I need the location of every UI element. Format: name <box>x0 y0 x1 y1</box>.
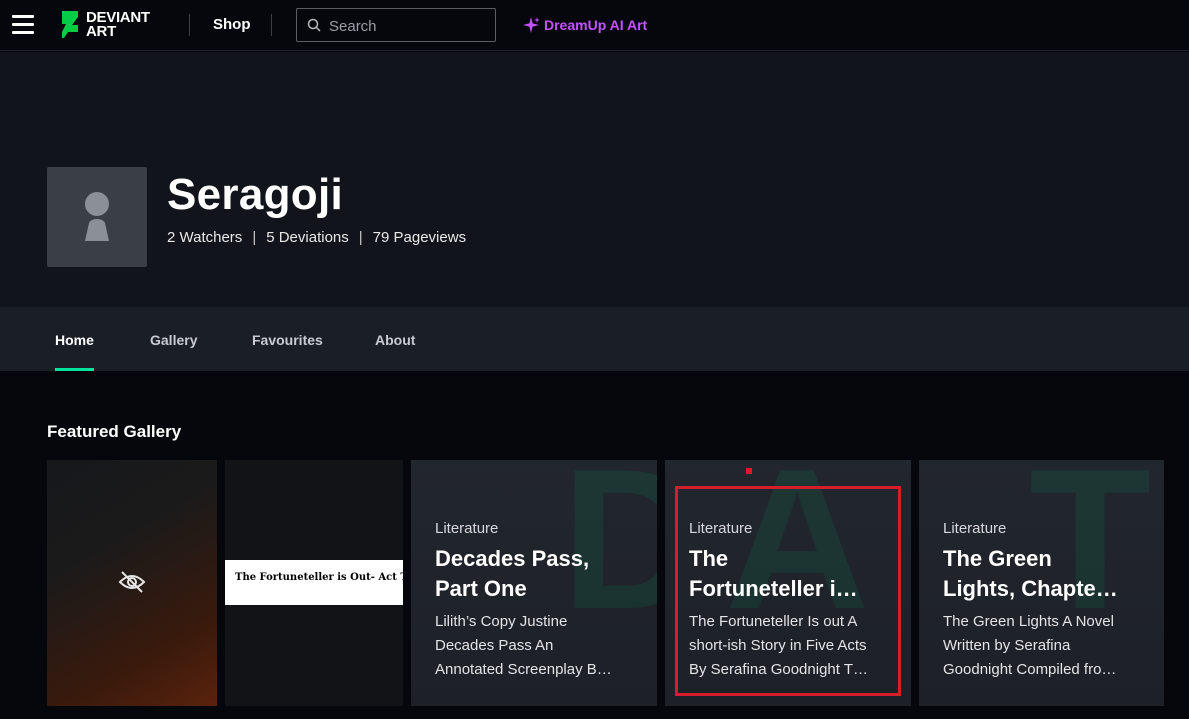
profile-stats: 2 Watchers | 5 Deviations | 79 Pageviews <box>167 229 466 246</box>
menu-icon[interactable] <box>12 15 34 35</box>
stats-separator: | <box>252 229 257 246</box>
gallery-card-literature[interactable]: T Literature The Green Lights, Chapte… T… <box>919 460 1164 706</box>
logo-wordmark: DEVIANT ART <box>86 9 150 40</box>
pageviews-count: 79 Pageviews <box>372 229 467 246</box>
tab-favourites[interactable]: Favourites <box>252 332 323 348</box>
eye-slash-icon <box>118 571 146 593</box>
card-title: The Green Lights, Chapte… <box>943 546 1118 601</box>
gallery-card-literature[interactable]: A Literature The Fortuneteller i… The Fo… <box>665 460 911 706</box>
tab-about[interactable]: About <box>375 332 415 348</box>
card-description: The Green Lights A Novel Written by Sera… <box>943 613 1117 678</box>
thumbnail-text: The Fortuneteller is Out- Act Two <box>235 572 403 583</box>
card-category: Literature <box>435 520 499 537</box>
deviantart-logo-icon <box>62 11 78 38</box>
deviations-count[interactable]: 5 Deviations <box>266 229 349 246</box>
gallery-card-image[interactable]: The Fortuneteller is Out- Act Two <box>225 460 403 706</box>
divider <box>271 14 272 36</box>
search-input[interactable] <box>329 16 489 36</box>
card-title: Decades Pass, Part One <box>435 546 590 601</box>
card-thumbnail: The Fortuneteller is Out- Act Two <box>225 560 403 605</box>
card-category: Literature <box>943 520 1007 537</box>
watchers-count[interactable]: 2 Watchers <box>167 229 242 246</box>
search-icon <box>307 18 321 32</box>
tab-home[interactable]: Home <box>55 332 94 348</box>
card-title: The Fortuneteller i… <box>689 546 858 601</box>
top-bar: DEVIANT ART Shop DreamUp AI Art <box>0 0 1189 51</box>
shop-link[interactable]: Shop <box>213 16 251 33</box>
featured-gallery-title: Featured Gallery <box>47 422 182 441</box>
dreamup-label: DreamUp AI Art <box>544 17 648 33</box>
active-tab-indicator <box>55 368 94 371</box>
avatar[interactable] <box>47 167 147 267</box>
stats-separator: | <box>358 229 363 246</box>
gallery-card-hidden[interactable] <box>47 460 217 706</box>
profile-header: Seragoji 2 Watchers | 5 Deviations | 79 … <box>0 52 1189 307</box>
card-description: Lilith’s Copy Justine Decades Pass An An… <box>435 613 612 678</box>
tab-gallery[interactable]: Gallery <box>150 332 197 348</box>
profile-tabs: Home Gallery Favourites About <box>0 307 1189 371</box>
sparkle-icon <box>523 17 540 33</box>
deviantart-logo[interactable]: DEVIANT ART <box>60 9 170 41</box>
highlight-marker <box>746 468 752 474</box>
card-category: Literature <box>689 520 753 537</box>
divider <box>189 14 190 36</box>
card-description: The Fortuneteller Is out A short-ish Sto… <box>689 613 868 678</box>
default-user-icon <box>85 192 109 241</box>
gallery-card-literature[interactable]: D Literature Decades Pass, Part One Lili… <box>411 460 657 706</box>
search-box[interactable] <box>296 8 496 42</box>
profile-username: Seragoji <box>167 170 344 219</box>
dreamup-link[interactable]: DreamUp AI Art <box>522 16 647 34</box>
